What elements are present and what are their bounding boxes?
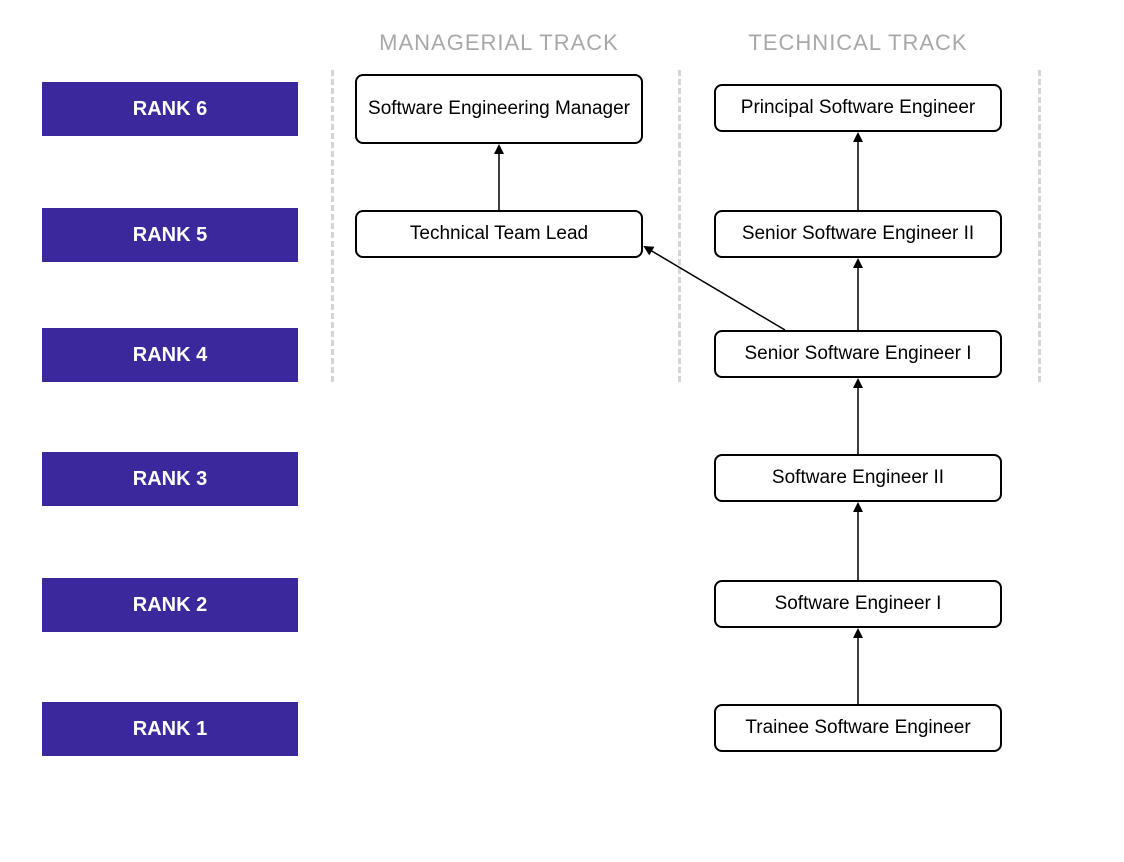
track-divider-right: [1038, 70, 1041, 382]
role-senior-software-engineer-2: Senior Software Engineer II: [714, 210, 1002, 258]
role-senior-software-engineer-1: Senior Software Engineer I: [714, 330, 1002, 378]
track-header-managerial: MANAGERIAL TRACK: [355, 30, 643, 56]
rank-4-box: RANK 4: [42, 328, 298, 382]
rank-6-box: RANK 6: [42, 82, 298, 136]
role-principal-software-engineer: Principal Software Engineer: [714, 84, 1002, 132]
rank-3-box: RANK 3: [42, 452, 298, 506]
role-trainee-software-engineer: Trainee Software Engineer: [714, 704, 1002, 752]
career-ladder-diagram: MANAGERIAL TRACK TECHNICAL TRACK RANK 6 …: [0, 0, 1124, 862]
rank-5-box: RANK 5: [42, 208, 298, 262]
role-software-engineer-1: Software Engineer I: [714, 580, 1002, 628]
role-software-engineering-manager: Software Engineering Manager: [355, 74, 643, 144]
arrow-tech-r4-to-mgr-r5: [645, 247, 785, 330]
track-header-technical: TECHNICAL TRACK: [714, 30, 1002, 56]
rank-2-box: RANK 2: [42, 578, 298, 632]
rank-1-box: RANK 1: [42, 702, 298, 756]
role-technical-team-lead: Technical Team Lead: [355, 210, 643, 258]
track-divider-left: [331, 70, 334, 382]
track-divider-middle: [678, 70, 681, 382]
role-software-engineer-2: Software Engineer II: [714, 454, 1002, 502]
